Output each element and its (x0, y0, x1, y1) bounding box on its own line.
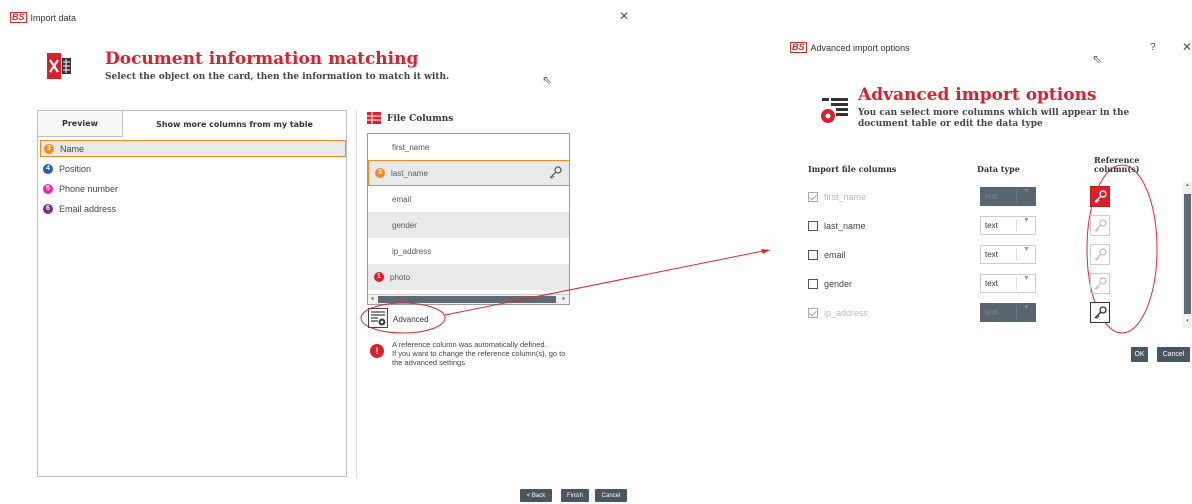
scroll-down-icon[interactable]: ▾ (1183, 318, 1192, 326)
row-label: ip_address (824, 307, 869, 318)
datatype-select[interactable]: text ▼ (980, 303, 1036, 322)
table-row: first_name text ▼ (804, 182, 1184, 211)
subtitle-line: You can select more columns which will a… (858, 108, 1130, 118)
datatype-value: text (985, 308, 998, 317)
chevron-down-icon: ▼ (1023, 304, 1030, 311)
chevron-down-icon: ▼ (1023, 246, 1030, 253)
app-logo: BS (790, 42, 807, 53)
reference-key-button[interactable] (1090, 186, 1110, 207)
ok-button[interactable]: OK (1131, 347, 1148, 362)
row-label: email (824, 249, 846, 260)
checkbox[interactable] (808, 220, 818, 231)
subtitle-line: document table or edit the data type (858, 119, 1043, 129)
row-label: gender (824, 278, 853, 289)
key-icon (1094, 189, 1107, 203)
datatype-select[interactable]: text ▼ (980, 216, 1036, 235)
datatype-select[interactable]: text ▼ (980, 187, 1036, 206)
window-title: Advanced import options (810, 42, 910, 53)
datatype-select[interactable]: text ▼ (980, 245, 1036, 264)
key-icon (1094, 247, 1107, 261)
reference-key-button[interactable] (1090, 302, 1110, 323)
datatype-select[interactable]: text ▼ (980, 274, 1036, 293)
checkbox[interactable] (808, 191, 818, 202)
table-row: ip_address text ▼ (804, 298, 1184, 327)
mouse-cursor-icon: ⇖ (1092, 52, 1103, 66)
advanced-rows: first_name text ▼ last_name text ▼ email t… (804, 182, 1184, 330)
reference-key-button[interactable] (1090, 273, 1110, 294)
annotation-arrowhead (761, 249, 770, 254)
annotation-ellipse-advanced (360, 302, 446, 334)
checkbox[interactable] (808, 278, 818, 289)
advanced-title-bar: BS Advanced import options (790, 42, 910, 53)
scroll-up-icon[interactable]: ▴ (1183, 182, 1192, 190)
scrollbar-thumb[interactable] (1184, 194, 1191, 314)
advanced-subtitle: You can select more columns which will a… (858, 108, 1129, 130)
advanced-settings-icon (820, 96, 850, 126)
checkbox[interactable] (808, 307, 818, 318)
close-icon[interactable]: ✕ (1182, 40, 1192, 54)
chevron-down-icon: ▼ (1023, 275, 1030, 282)
table-row: last_name text ▼ (804, 211, 1184, 240)
column-header-import: Import file columns (808, 164, 897, 174)
chevron-down-icon: ▼ (1023, 188, 1030, 195)
reference-key-button[interactable] (1090, 215, 1110, 236)
help-icon[interactable]: ? (1150, 42, 1156, 53)
cancel-button[interactable]: Cancel (1157, 347, 1190, 362)
column-header-datatype: Data type (977, 164, 1020, 174)
datatype-value: text (985, 250, 998, 259)
checkbox[interactable] (808, 249, 818, 260)
key-icon (1094, 218, 1107, 232)
datatype-value: text (985, 192, 998, 201)
key-icon (1094, 305, 1107, 319)
header-line: column(s) (1094, 164, 1140, 174)
datatype-value: text (985, 221, 998, 230)
vertical-scrollbar[interactable]: ▴ ▾ (1183, 182, 1192, 328)
table-row: email text ▼ (804, 240, 1184, 269)
reference-key-button[interactable] (1090, 244, 1110, 265)
table-row: gender text ▼ (804, 269, 1184, 298)
chevron-down-icon: ▼ (1023, 217, 1030, 224)
row-label: first_name (824, 191, 867, 202)
datatype-value: text (985, 279, 998, 288)
key-icon (1094, 276, 1107, 290)
advanced-title: Advanced import options (858, 85, 1097, 105)
row-label: last_name (824, 220, 866, 231)
column-header-reference: Reference column(s) (1094, 156, 1139, 174)
annotation-arrow-line (444, 249, 769, 316)
